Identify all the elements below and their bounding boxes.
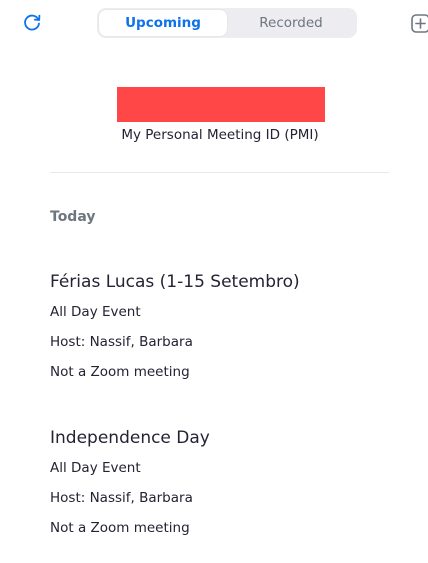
meeting-title: Férias Lucas (1-15 Setembro) (50, 272, 300, 292)
meeting-time: All Day Event (50, 460, 141, 476)
plus-square-icon (411, 14, 428, 33)
refresh-icon (24, 14, 41, 31)
meeting-type: Not a Zoom meeting (50, 520, 190, 536)
tab-recorded[interactable]: Recorded (227, 10, 355, 36)
refresh-button[interactable] (21, 12, 43, 34)
tab-upcoming[interactable]: Upcoming (99, 10, 227, 36)
pmi-label[interactable]: My Personal Meeting ID (PMI) (0, 127, 428, 143)
day-header: Today (50, 209, 96, 225)
meetings-tab-bar: Upcoming Recorded (97, 8, 357, 38)
divider (50, 172, 389, 173)
meeting-host: Host: Nassif, Barbara (50, 490, 193, 506)
meeting-title: Independence Day (50, 428, 210, 448)
pmi-number-redacted (117, 87, 325, 122)
add-meeting-button[interactable] (410, 13, 428, 35)
meeting-type: Not a Zoom meeting (50, 364, 190, 380)
meeting-time: All Day Event (50, 304, 141, 320)
meeting-host: Host: Nassif, Barbara (50, 334, 193, 350)
meeting-item[interactable]: Férias Lucas (1-15 Setembro) All Day Eve… (50, 267, 410, 387)
meeting-item[interactable]: Independence Day All Day Event Host: Nas… (50, 423, 410, 543)
